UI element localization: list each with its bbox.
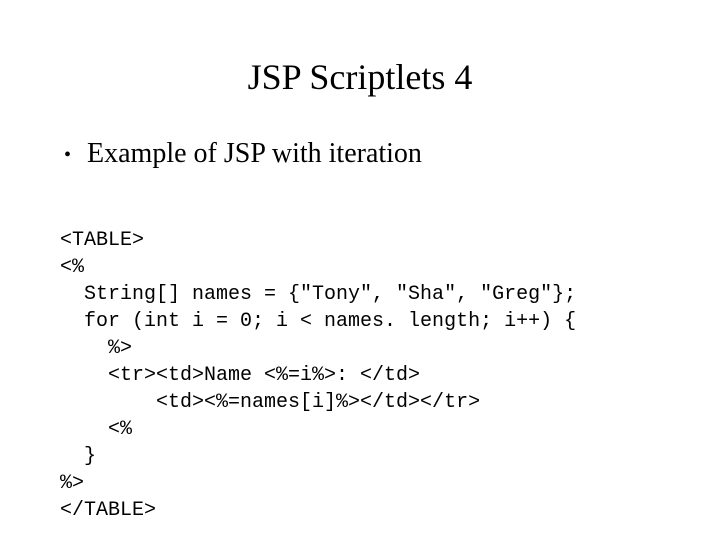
bullet-dot-icon: • <box>60 138 71 172</box>
code-line: for (int i = 0; i < names. length; i++) … <box>60 310 576 333</box>
code-line: <% <box>60 418 132 441</box>
slide: JSP Scriptlets 4 • Example of JSP with i… <box>0 0 720 540</box>
code-line: <% <box>60 256 84 279</box>
bullet-row: • Example of JSP with iteration <box>60 138 660 172</box>
slide-body: • Example of JSP with iteration <TABLE> … <box>0 98 720 551</box>
slide-title: JSP Scriptlets 4 <box>0 0 720 98</box>
code-line: <tr><td>Name <%=i%>: </td> <box>60 364 420 387</box>
code-line: String[] names = {"Tony", "Sha", "Greg"}… <box>60 283 576 306</box>
code-line: } <box>60 445 96 468</box>
bullet-text: Example of JSP with iteration <box>87 138 422 170</box>
code-line: %> <box>60 472 84 495</box>
code-line: %> <box>60 337 132 360</box>
code-block: <TABLE> <% String[] names = {"Tony", "Sh… <box>60 172 660 551</box>
code-line: </TABLE> <box>60 499 156 522</box>
code-line: <td><%=names[i]%></td></tr> <box>60 391 480 414</box>
code-line: <TABLE> <box>60 229 144 252</box>
